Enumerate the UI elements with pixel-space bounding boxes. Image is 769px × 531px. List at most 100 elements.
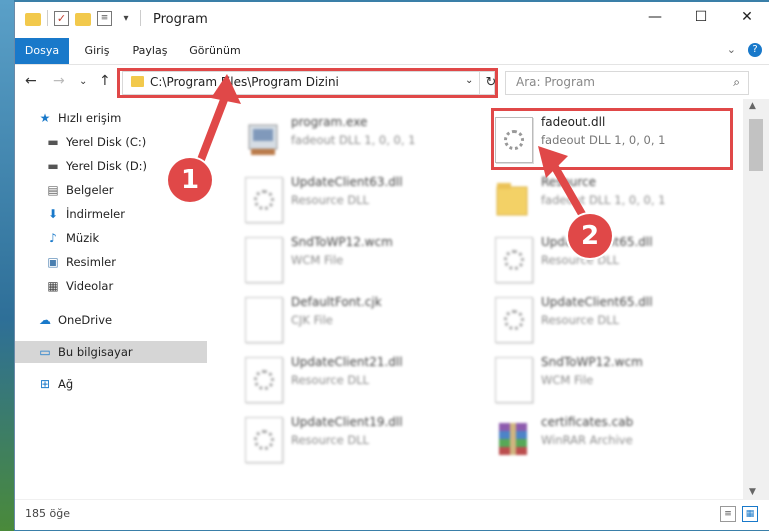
tab-file[interactable]: Dosya xyxy=(15,38,69,64)
maximize-button[interactable]: ☐ xyxy=(678,2,724,32)
file-item[interactable]: DefaultFont.cjk CJK File xyxy=(245,293,485,349)
gear-icon xyxy=(254,370,274,390)
ribbon-right-controls: ⌄ ? xyxy=(727,43,762,57)
item-count: 185 öğe xyxy=(25,507,70,520)
minimize-button[interactable]: — xyxy=(632,2,678,32)
toolbar-divider xyxy=(47,10,48,26)
music-icon: ♪ xyxy=(49,231,57,245)
sidebar-item-label: Bu bilgisayar xyxy=(58,345,133,359)
file-type: CJK File xyxy=(291,313,333,327)
title-bar: ✓ ≡ ▾ Program — ☐ ✕ xyxy=(15,2,769,38)
back-button[interactable]: ← xyxy=(25,73,37,89)
vertical-scrollbar[interactable]: ▲ ▼ xyxy=(743,99,769,499)
file-icon xyxy=(495,357,533,403)
folder-icon xyxy=(495,177,531,221)
network-icon: ⊞ xyxy=(39,377,51,391)
search-box[interactable]: Ara: Program ⌕ xyxy=(505,71,749,95)
window-controls: — ☐ ✕ xyxy=(632,2,769,32)
file-item[interactable]: program.exe fadeout DLL 1, 0, 0, 1 xyxy=(245,113,485,169)
tiles-view-icon[interactable]: ▦ xyxy=(742,506,758,522)
sidebar-item-label: Yerel Disk (C:) xyxy=(66,135,147,149)
file-type: WinRAR Archive xyxy=(541,433,633,447)
step-badge-2: 2 xyxy=(568,214,612,258)
computer-icon: ▭ xyxy=(39,345,51,359)
ribbon-tabs: Dosya Giriş Paylaş Görünüm ⌄ ? xyxy=(15,38,769,65)
file-type: Resource DLL xyxy=(291,193,370,207)
file-name: certificates.cab xyxy=(541,415,634,429)
file-list: program.exe fadeout DLL 1, 0, 0, 1 fadeo… xyxy=(207,99,743,499)
gear-icon xyxy=(254,190,274,210)
quick-access-toolbar: ✓ ≡ ▾ xyxy=(25,10,141,26)
file-type: Resource DLL xyxy=(541,313,620,327)
expand-ribbon-icon[interactable]: ⌄ xyxy=(727,43,736,57)
close-button[interactable]: ✕ xyxy=(724,2,769,32)
search-input[interactable]: Ara: Program xyxy=(516,75,595,89)
sidebar-item-network[interactable]: ⊞ Ağ xyxy=(15,373,229,395)
pictures-icon: ▣ xyxy=(47,255,59,269)
status-bar: 185 öğe ≡ ▦ xyxy=(15,499,769,530)
gear-icon xyxy=(504,250,524,270)
file-item[interactable]: certificates.cab WinRAR Archive xyxy=(495,413,735,469)
scroll-thumb[interactable] xyxy=(749,119,763,171)
file-name: UpdateClient19.dll xyxy=(291,415,403,429)
help-icon[interactable]: ? xyxy=(748,43,762,57)
file-item[interactable]: SndToWP12.wcm WCM File xyxy=(495,353,735,409)
file-type: Resource DLL xyxy=(291,373,370,387)
exe-icon xyxy=(245,117,281,161)
drive-icon: ▬ xyxy=(47,159,59,173)
sidebar-item-label: Müzik xyxy=(66,231,100,245)
details-view-icon[interactable]: ≡ xyxy=(720,506,736,522)
tab-home[interactable]: Giriş xyxy=(77,38,117,64)
gear-icon xyxy=(504,310,524,330)
scroll-up-icon[interactable]: ▲ xyxy=(749,101,756,111)
file-name: UpdateClient21.dll xyxy=(291,355,403,369)
dll-icon xyxy=(245,417,283,463)
tab-view[interactable]: Görünüm xyxy=(185,38,245,64)
search-icon: ⌕ xyxy=(733,75,740,89)
sidebar-item-label: OneDrive xyxy=(58,313,113,327)
file-icon xyxy=(245,297,283,343)
customize-toolbar-icon[interactable]: ▾ xyxy=(118,10,134,26)
recent-locations-button[interactable]: ⌄ xyxy=(79,76,87,87)
dll-icon xyxy=(495,297,533,343)
toolbar-divider xyxy=(140,10,141,26)
sidebar-item-onedrive[interactable]: ☁ OneDrive xyxy=(15,309,229,331)
file-name: program.exe xyxy=(291,115,368,129)
gear-icon xyxy=(254,430,274,450)
file-item[interactable]: UpdateClient19.dll Resource DLL xyxy=(245,413,485,469)
sidebar-item-videos[interactable]: ▦ Videolar 📌 xyxy=(15,275,237,297)
sidebar-item-label: Resimler xyxy=(66,255,116,269)
tab-share[interactable]: Paylaş xyxy=(127,38,173,64)
view-toggle: ≡ ▦ xyxy=(720,506,758,522)
new-folder-icon[interactable] xyxy=(75,12,91,26)
star-icon: ★ xyxy=(39,111,51,125)
file-item[interactable]: UpdateClient65.dll Resource DLL xyxy=(495,293,735,349)
file-item[interactable]: SndToWP12.wcm WCM File xyxy=(245,233,485,289)
sidebar-item-label: Ağ xyxy=(58,377,74,391)
cloud-icon: ☁ xyxy=(39,313,51,327)
file-name: UpdateClient65.dll xyxy=(541,295,653,309)
sidebar-item-music[interactable]: ♪ Müzik 📌 xyxy=(15,227,237,249)
file-name: SndToWP12.wcm xyxy=(541,355,643,369)
properties-icon[interactable]: ≡ xyxy=(97,10,112,26)
file-item[interactable]: UpdateClient65.dll Resource DLL xyxy=(495,233,735,289)
sidebar-item-label: Yerel Disk (D:) xyxy=(66,159,148,173)
sidebar-item-downloads[interactable]: ⬇ İndirmeler 📌 xyxy=(15,203,237,225)
sidebar-item-label: Videolar xyxy=(66,279,114,293)
file-name: DefaultFont.cjk xyxy=(291,295,382,309)
dll-icon xyxy=(245,357,283,403)
file-name: SndToWP12.wcm xyxy=(291,235,393,249)
up-button[interactable]: ↑ xyxy=(99,73,111,89)
scroll-down-icon[interactable]: ▼ xyxy=(749,487,756,497)
sidebar-item-label: Belgeler xyxy=(66,183,114,197)
sidebar-item-this-pc[interactable]: ▭ Bu bilgisayar xyxy=(15,341,229,363)
file-item[interactable]: UpdateClient21.dll Resource DLL xyxy=(245,353,485,409)
file-item[interactable]: UpdateClient63.dll Resource DLL xyxy=(245,173,485,229)
properties-check-icon[interactable]: ✓ xyxy=(54,10,69,26)
forward-button[interactable]: → xyxy=(53,73,65,89)
dll-icon xyxy=(245,177,283,223)
sidebar-item-pictures[interactable]: ▣ Resimler 📌 xyxy=(15,251,237,273)
documents-icon: ▤ xyxy=(47,183,59,197)
file-highlight-box xyxy=(491,108,733,170)
file-name: UpdateClient63.dll xyxy=(291,175,403,189)
